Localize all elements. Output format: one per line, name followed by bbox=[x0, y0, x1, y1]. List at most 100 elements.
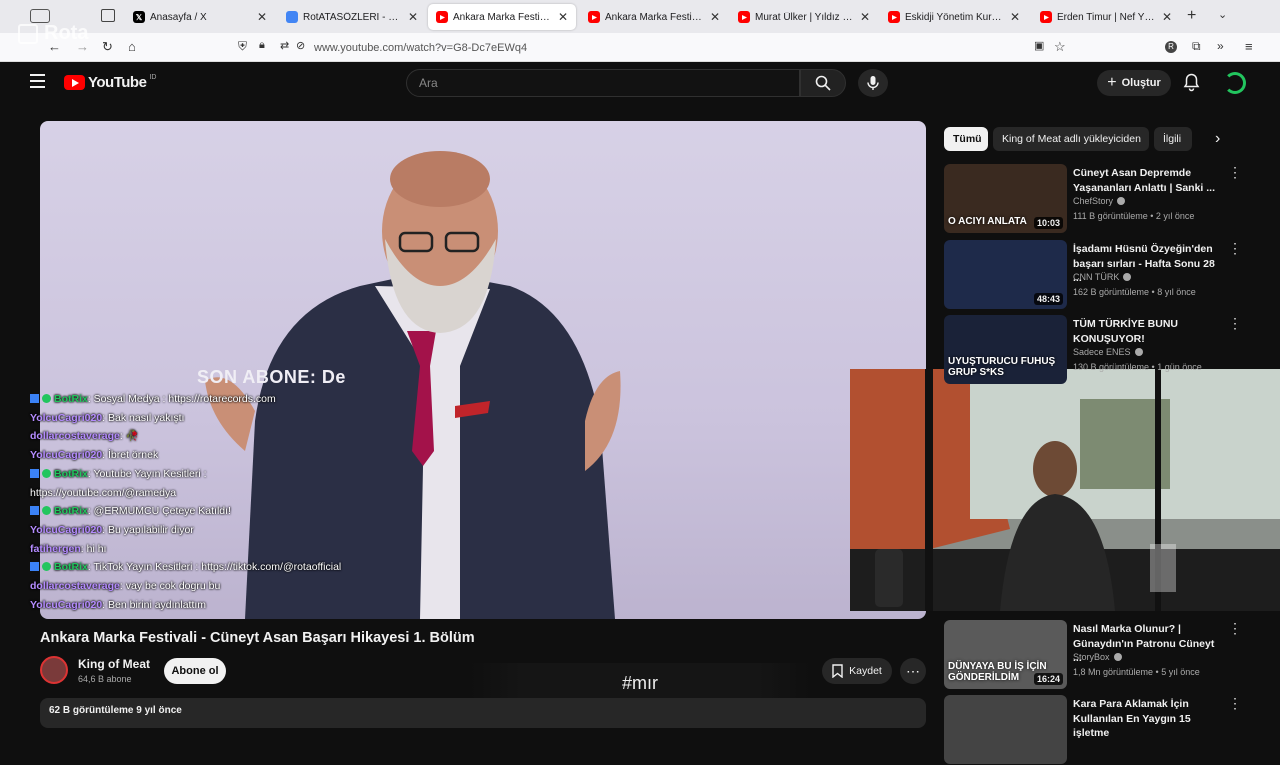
hamburger-menu-icon[interactable] bbox=[30, 74, 45, 88]
voice-search-button[interactable] bbox=[858, 69, 888, 97]
youtube-play-icon bbox=[64, 75, 85, 90]
tab-list-chevron-icon[interactable]: ⌄ bbox=[1218, 8, 1227, 21]
new-tab-button[interactable]: + bbox=[1187, 7, 1196, 25]
create-button[interactable]: + Oluştur bbox=[1097, 70, 1171, 96]
browser-tab[interactable]: Eskidji Yönetim Kurulu Başkı ✕ bbox=[880, 4, 1028, 30]
channel-avatar[interactable] bbox=[40, 656, 68, 684]
channel-name[interactable]: King of Meat bbox=[78, 657, 150, 671]
stream-overlay-last-subscriber: SON ABONE: De bbox=[197, 367, 346, 387]
close-tab-icon[interactable]: ✕ bbox=[1010, 10, 1020, 24]
notifications-bell-icon[interactable] bbox=[1183, 73, 1200, 97]
chat-username: YolcuCagri020 bbox=[30, 523, 103, 536]
browser-tab[interactable]: RotATASÖZLERİ - Google D ✕ bbox=[278, 4, 426, 30]
channel-name-text: StoryBox bbox=[1073, 652, 1110, 662]
channel-name-text: ChefStory bbox=[1073, 196, 1114, 206]
more-options-icon[interactable]: ⋮ bbox=[1228, 695, 1242, 712]
reload-icon[interactable]: ↻ bbox=[102, 39, 113, 55]
more-options-icon[interactable]: ⋮ bbox=[1228, 164, 1242, 181]
verified-check-icon bbox=[42, 562, 51, 572]
youtube-logo-text: YouTube bbox=[88, 74, 147, 91]
sidebar-toggle-icon[interactable] bbox=[30, 9, 50, 23]
browser-tab[interactable]: Ankara Marka Festivali - Cün ✕ bbox=[580, 4, 728, 30]
tab-label: Ankara Marka Festivali - Cün bbox=[605, 11, 704, 23]
chat-username: YolcuCagri020 bbox=[30, 411, 103, 424]
video-duration: 10:03 bbox=[1033, 217, 1063, 229]
url-bar[interactable]: www.youtube.com/watch?v=G8-Dc7eEWq4 bbox=[230, 38, 1072, 57]
chat-text: : Bu yapılabilir diyor bbox=[102, 523, 194, 536]
youtube-logo[interactable]: YouTube ID bbox=[64, 74, 156, 91]
tab-label: Erden Timur | Nef Yönetim K bbox=[1057, 11, 1156, 23]
close-tab-icon[interactable]: ✕ bbox=[558, 10, 568, 24]
filter-chip[interactable]: Tümü bbox=[944, 127, 988, 151]
chat-message: dollarcostaverage: 🥀 bbox=[30, 427, 430, 446]
verified-icon bbox=[1134, 348, 1143, 356]
create-label: Oluştur bbox=[1121, 77, 1161, 89]
close-tab-icon[interactable]: ✕ bbox=[710, 10, 720, 24]
video-thumbnail[interactable] bbox=[944, 695, 1067, 764]
extensions-icon[interactable]: ⧉ bbox=[1192, 39, 1201, 54]
recommended-video[interactable]: UYUŞTURUCU FUHUŞ GRUP S*KS TÜM TÜRKİYE BU… bbox=[944, 315, 1264, 385]
tab-label: RotATASÖZLERİ - Google D bbox=[303, 11, 402, 23]
stream-tag: #mır bbox=[470, 663, 810, 703]
verified-check-icon bbox=[42, 506, 51, 516]
chat-message: YolcuCagri020: Bu yapılabilir diyor bbox=[30, 521, 430, 540]
recommended-video-title[interactable]: TÜM TÜRKİYE BUNU KONUŞUYOR! bbox=[1073, 317, 1225, 346]
video-thumbnail[interactable]: DÜNYAYA BU İŞ İÇİN GÖNDERİLDİM 16:24 bbox=[944, 620, 1067, 689]
recommended-video-title[interactable]: Kara Para Aklamak İçin Kullanılan En Yay… bbox=[1073, 697, 1225, 741]
more-actions-icon[interactable]: ⋯ bbox=[900, 658, 926, 684]
recommended-channel[interactable]: StoryBox bbox=[1073, 652, 1122, 662]
browser-tab[interactable]: Murat Ülker | Yıldız Holding ✕ bbox=[730, 4, 878, 30]
account-icon[interactable]: R bbox=[1165, 41, 1177, 53]
more-options-icon[interactable]: ⋮ bbox=[1228, 315, 1242, 332]
home-icon[interactable]: ⌂ bbox=[128, 39, 136, 54]
chat-message: YolcuCagri020: Bak nasıl yakıştı bbox=[30, 409, 430, 428]
video-thumbnail[interactable]: UYUŞTURUCU FUHUŞ GRUP S*KS bbox=[944, 315, 1067, 384]
chat-message: BotRix: Youtube Yayın Kesitleri : bbox=[30, 465, 430, 484]
chat-text: : Youtube Yayın Kesitleri : bbox=[87, 467, 207, 480]
chat-username: BotRix bbox=[54, 561, 88, 574]
tab-label: Anasayfa / X bbox=[150, 11, 207, 23]
filter-chip[interactable]: King of Meat adlı yükleyiciden bbox=[993, 127, 1149, 151]
more-options-icon[interactable]: ⋮ bbox=[1228, 620, 1242, 637]
more-options-icon[interactable]: ⋮ bbox=[1228, 240, 1242, 257]
recommended-video[interactable]: 48:43 İşadamı Hüsnü Özyeğin'den başarı sı… bbox=[944, 240, 1264, 310]
save-button[interactable]: Kaydet bbox=[822, 658, 892, 684]
search-button[interactable] bbox=[800, 69, 846, 97]
recommended-channel[interactable]: CNN TÜRK bbox=[1073, 272, 1132, 282]
chat-username: YolcuCagri020 bbox=[30, 449, 103, 462]
recommended-channel[interactable]: ChefStory bbox=[1073, 196, 1126, 206]
recommended-video[interactable]: DÜNYAYA BU İŞ İÇİN GÖNDERİLDİM 16:24 Nasıl… bbox=[944, 620, 1264, 690]
tab-label: Murat Ülker | Yıldız Holding bbox=[755, 11, 854, 23]
recommended-video[interactable]: Kara Para Aklamak İçin Kullanılan En Yay… bbox=[944, 695, 1264, 765]
menu-icon[interactable]: ≡ bbox=[1245, 39, 1253, 54]
chat-message: YolcuCagri020: İbret örnek bbox=[30, 446, 430, 465]
filter-chip[interactable]: İlgili bbox=[1154, 127, 1192, 151]
tab-overview-icon[interactable] bbox=[101, 9, 115, 22]
browser-tab[interactable]: Ankara Marka Festivali - Cün ✕ bbox=[428, 4, 576, 30]
youtube-icon bbox=[888, 11, 900, 23]
chat-username: dollarcostaverage bbox=[30, 430, 120, 443]
video-thumbnail[interactable]: 48:43 bbox=[944, 240, 1067, 309]
youtube-icon bbox=[588, 11, 600, 23]
close-tab-icon[interactable]: ✕ bbox=[408, 10, 418, 24]
video-thumbnail[interactable]: O ACIYI ANLATA 10:03 bbox=[944, 164, 1067, 233]
recommended-channel[interactable]: Sadece ENES bbox=[1073, 347, 1143, 357]
chips-next-chevron-icon[interactable]: › bbox=[1215, 130, 1220, 148]
user-avatar[interactable] bbox=[1224, 72, 1246, 94]
bot-badge-icon bbox=[30, 506, 39, 516]
description-box[interactable]: 62 B görüntüleme 9 yıl önce bbox=[40, 698, 926, 728]
close-tab-icon[interactable]: ✕ bbox=[860, 10, 870, 24]
recommended-video-title[interactable]: Cüneyt Asan Depremde Yaşananları Anlattı… bbox=[1073, 166, 1225, 195]
recommended-meta: 1,8 Mn görüntüleme • 5 yıl önce bbox=[1073, 667, 1200, 677]
recommended-video[interactable]: O ACIYI ANLATA 10:03 Cüneyt Asan Depremde … bbox=[944, 164, 1264, 234]
subscribe-button[interactable]: Abone ol bbox=[164, 658, 226, 684]
browser-tab[interactable]: 𝕏 Anasayfa / X ✕ bbox=[125, 4, 275, 30]
more-tools-icon[interactable]: » bbox=[1217, 39, 1224, 53]
chat-username: BotRix bbox=[54, 505, 88, 518]
close-tab-icon[interactable]: ✕ bbox=[1162, 10, 1172, 24]
verified-check-icon bbox=[42, 468, 51, 478]
video-title: Ankara Marka Festivali - Cüneyt Asan Baş… bbox=[40, 630, 475, 646]
browser-tab[interactable]: Erden Timur | Nef Yönetim K ✕ bbox=[1032, 4, 1180, 30]
search-input[interactable]: Ara bbox=[406, 69, 800, 97]
close-tab-icon[interactable]: ✕ bbox=[257, 10, 267, 24]
